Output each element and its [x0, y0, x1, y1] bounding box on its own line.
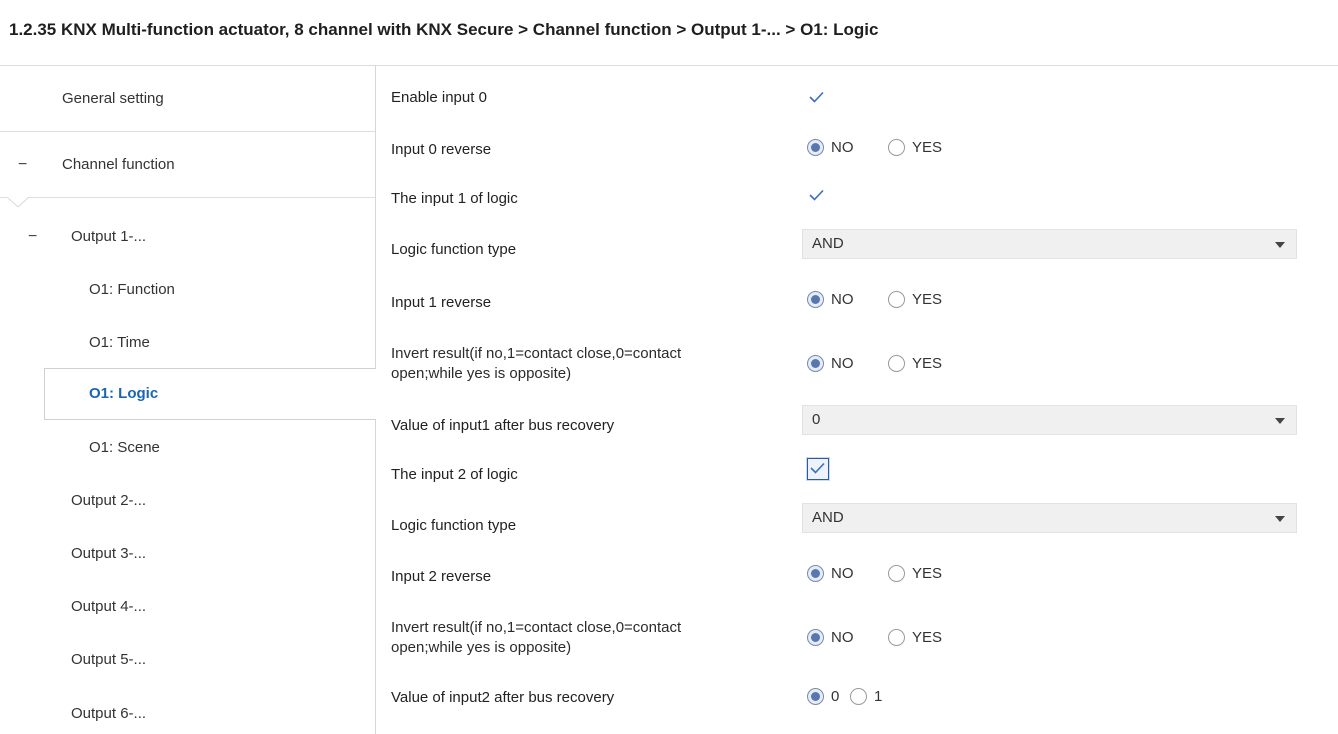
param-label-enable-input-0: Enable input 0: [391, 89, 487, 106]
radio-label: YES: [912, 565, 943, 582]
radio-label: NO: [831, 629, 854, 646]
radio-label: YES: [912, 355, 943, 372]
sidebar-item-label: Channel function: [62, 156, 175, 173]
value-input1-bus-recovery-select[interactable]: 0: [802, 405, 1297, 435]
sidebar-item-o1-scene[interactable]: O1: Scene: [0, 439, 375, 463]
param-label-logic-function-type: Logic function type: [391, 241, 517, 258]
sidebar-item-label: O1: Logic: [89, 385, 159, 402]
sidebar-item-output-3[interactable]: Output 3-...: [0, 545, 375, 569]
sidebar-item-label: Output 6-...: [71, 705, 147, 722]
radio-label: YES: [912, 291, 943, 308]
sidebar-item-o1-logic[interactable]: O1: Logic: [0, 385, 375, 409]
radio-no[interactable]: [807, 629, 824, 646]
sidebar-item-label: General setting: [62, 90, 164, 107]
label-line: Invert result(if no,1=contact close,0=co…: [391, 345, 682, 362]
logic-function-type-select-2[interactable]: AND: [802, 503, 1297, 533]
sidebar-item-label: Output 3-...: [71, 545, 147, 562]
sidebar-item-label: O1: Scene: [89, 439, 160, 456]
sidebar-item-output-5[interactable]: Output 5-...: [0, 651, 375, 675]
tree-notch-icon: [7, 197, 29, 208]
select-value: AND: [812, 235, 844, 252]
input-2-of-logic-checkbox[interactable]: [807, 458, 829, 480]
radio-label: YES: [912, 139, 943, 156]
radio-label: 0: [831, 688, 840, 705]
param-label-invert-result-2: Invert result(if no,1=contact close,0=co…: [391, 618, 681, 658]
radio-no[interactable]: [807, 291, 824, 308]
sidebar-item-output-4[interactable]: Output 4-...: [0, 598, 375, 622]
param-label-value-input2-bus-recovery: Value of input2 after bus recovery: [391, 689, 615, 706]
checkmark-icon: [810, 462, 825, 474]
sidebar-item-output-2[interactable]: Output 2-...: [0, 492, 375, 516]
checkmark-icon: [809, 189, 824, 201]
enable-input-0-checkbox[interactable]: [807, 88, 826, 107]
sidebar-item-channel-function[interactable]: − Channel function: [0, 156, 375, 180]
label-line: Invert result(if no,1=contact close,0=co…: [391, 619, 682, 636]
label-line: open;while yes is opposite): [391, 639, 572, 656]
radio-yes[interactable]: [888, 291, 905, 308]
radio-no[interactable]: [807, 565, 824, 582]
minus-icon[interactable]: −: [28, 228, 42, 246]
radio-label: NO: [831, 565, 854, 582]
param-label-input-2-reverse: Input 2 reverse: [391, 568, 492, 585]
param-label-input-1-reverse: Input 1 reverse: [391, 294, 492, 311]
param-label-logic-function-type: Logic function type: [391, 517, 517, 534]
radio-label: NO: [831, 139, 854, 156]
param-label-input-0-reverse: Input 0 reverse: [391, 141, 492, 158]
divider: [0, 131, 375, 132]
radio-yes[interactable]: [888, 565, 905, 582]
param-label-input-2-of-logic: The input 2 of logic: [391, 466, 518, 483]
radio-no[interactable]: [807, 355, 824, 372]
sidebar-item-o1-function[interactable]: O1: Function: [0, 281, 375, 305]
param-label-invert-result-1: Invert result(if no,1=contact close,0=co…: [391, 344, 681, 384]
radio-label: NO: [831, 355, 854, 372]
sidebar-item-label: Output 2-...: [71, 492, 147, 509]
radio-no[interactable]: [807, 139, 824, 156]
sidebar-item-label: O1: Function: [89, 281, 175, 298]
radio-label: 1: [874, 688, 883, 705]
checkmark-icon: [809, 91, 824, 103]
sidebar-item-output-1[interactable]: − Output 1-...: [0, 228, 375, 252]
minus-icon[interactable]: −: [18, 156, 32, 174]
label-line: open;while yes is opposite): [391, 365, 572, 382]
radio-yes[interactable]: [888, 355, 905, 372]
chevron-down-icon: [1275, 418, 1285, 424]
chevron-down-icon: [1275, 516, 1285, 522]
radio-1[interactable]: [850, 688, 867, 705]
select-value: 0: [812, 411, 821, 428]
sidebar-item-o1-time[interactable]: O1: Time: [0, 334, 375, 358]
param-label-input-1-of-logic: The input 1 of logic: [391, 190, 518, 207]
sidebar-item-general-setting[interactable]: General setting: [0, 90, 375, 114]
sidebar-item-label: O1: Time: [89, 334, 150, 351]
radio-0[interactable]: [807, 688, 824, 705]
header-bar: 1.2.35 KNX Multi-function actuator, 8 ch…: [0, 0, 1338, 66]
chevron-down-icon: [1275, 242, 1285, 248]
sidebar-item-output-6[interactable]: Output 6-...: [0, 705, 375, 729]
logic-function-type-select-1[interactable]: AND: [802, 229, 1297, 259]
divider: [0, 197, 375, 198]
radio-yes[interactable]: [888, 629, 905, 646]
sidebar: General setting − Channel function − Out…: [0, 66, 376, 734]
radio-label: YES: [912, 629, 943, 646]
select-value: AND: [812, 509, 844, 526]
sidebar-item-label: Output 5-...: [71, 651, 147, 668]
radio-label: NO: [831, 291, 854, 308]
radio-yes[interactable]: [888, 139, 905, 156]
sidebar-item-label: Output 4-...: [71, 598, 147, 615]
sidebar-item-label: Output 1-...: [71, 228, 147, 245]
input-1-of-logic-checkbox[interactable]: [807, 186, 826, 205]
param-label-value-input1-bus-recovery: Value of input1 after bus recovery: [391, 417, 615, 434]
breadcrumb: 1.2.35 KNX Multi-function actuator, 8 ch…: [9, 20, 879, 39]
